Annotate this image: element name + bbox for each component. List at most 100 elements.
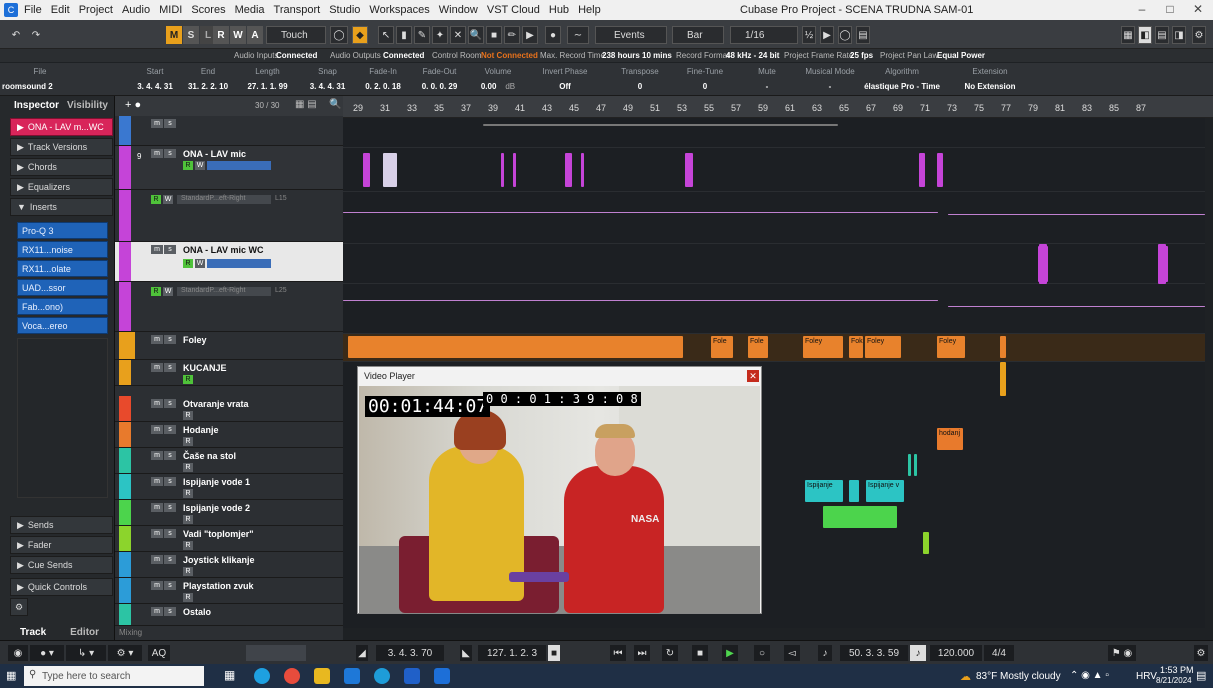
- track-row[interactable]: m s Ostalo: [115, 604, 343, 626]
- tray-icons[interactable]: ⌃ ◉ ▲ ▫: [1070, 670, 1109, 681]
- track-row[interactable]: m s KUCANJE R: [115, 360, 343, 386]
- task-view-icon[interactable]: ▦: [224, 668, 240, 684]
- info-volume[interactable]: Volume 0.00 dB: [468, 67, 528, 91]
- right-locator-icon[interactable]: ◣: [460, 645, 472, 661]
- snap-icon[interactable]: ∼: [567, 26, 589, 44]
- track-row[interactable]: m s Ispijanje vode 2R: [115, 500, 343, 526]
- section-track-versions[interactable]: ▶ Track Versions: [10, 138, 113, 156]
- foley-part[interactable]: Fok: [849, 336, 863, 358]
- insert-slot-1[interactable]: Pro-Q 3: [17, 222, 108, 239]
- mute-global-button[interactable]: M: [166, 26, 182, 44]
- cycle-record-icon[interactable]: ↳ ▾: [66, 645, 106, 661]
- track-name[interactable]: Vadi "toplomjer": [183, 529, 254, 539]
- track-name[interactable]: ONA - LAV mic: [183, 149, 246, 159]
- info-fine-tune[interactable]: Fine-Tune 0: [680, 67, 730, 91]
- grid-type-select[interactable]: Bar: [672, 26, 724, 44]
- foley-part[interactable]: Foley: [865, 336, 901, 358]
- menu-studio[interactable]: Studio: [329, 4, 360, 16]
- audio-event[interactable]: [923, 532, 929, 554]
- quantize-select[interactable]: 1/16: [730, 26, 798, 44]
- section-fader[interactable]: ▶ Fader: [10, 536, 113, 554]
- ispijanje-event[interactable]: Ispijanje v: [866, 480, 904, 502]
- write-global-button[interactable]: W: [230, 26, 246, 44]
- windows-start-icon[interactable]: ▦: [6, 669, 18, 682]
- menu-audio[interactable]: Audio: [122, 4, 150, 16]
- tab-editor[interactable]: Editor: [70, 627, 99, 638]
- menu-transport[interactable]: Transport: [274, 4, 321, 16]
- track-row[interactable]: m s Hodanje R: [115, 422, 343, 448]
- menu-media[interactable]: Media: [235, 4, 265, 16]
- foley-part[interactable]: Foley: [803, 336, 843, 358]
- track-row-selected[interactable]: ms ONA - LAV mic WC R W: [115, 242, 343, 282]
- audio-event[interactable]: [823, 506, 897, 528]
- zoom-tool-icon[interactable]: 🔍: [468, 26, 484, 44]
- language-indicator[interactable]: HRV: [1136, 671, 1157, 682]
- audio-event[interactable]: [383, 153, 397, 187]
- monitor-icon[interactable]: ⚙ ▾: [108, 645, 142, 661]
- right-locator[interactable]: 127. 1. 2. 3: [478, 645, 546, 661]
- info-end[interactable]: End 31. 2. 2. 10: [183, 67, 233, 91]
- info-fade-in[interactable]: Fade-In 0. 2. 0. 18: [358, 67, 408, 91]
- track-row[interactable]: ms: [115, 116, 343, 146]
- pointer-tool-icon[interactable]: ↖: [378, 26, 394, 44]
- tab-track[interactable]: Track: [20, 627, 46, 638]
- constrain-delay-icon[interactable]: ◯: [330, 26, 348, 44]
- store-icon[interactable]: [404, 668, 420, 684]
- tempo-display[interactable]: 120.000: [930, 645, 982, 661]
- track-name[interactable]: ONA - LAV mic WC: [183, 245, 264, 255]
- track-row[interactable]: m s Ispijanje vode 1R: [115, 474, 343, 500]
- inspector-settings-icon[interactable]: ⚙: [10, 598, 28, 616]
- taskbar-search-input[interactable]: ⚲ Type here to search: [24, 666, 204, 686]
- audio-event[interactable]: [501, 153, 504, 187]
- quantize-iq-icon[interactable]: ½: [802, 26, 816, 44]
- add-track-icon[interactable]: + ●: [125, 99, 141, 111]
- left-zone-icon[interactable]: ◧: [1138, 26, 1152, 44]
- track-name[interactable]: Joystick klikanje: [183, 555, 255, 565]
- track-row[interactable]: m s Joystick klikanje R: [115, 552, 343, 578]
- info-file[interactable]: File roomsound 2: [0, 67, 80, 91]
- metronome-click-icon[interactable]: ◅: [784, 645, 800, 661]
- split-tool-icon[interactable]: ✎: [414, 26, 430, 44]
- menu-hub[interactable]: Hub: [549, 4, 569, 16]
- tempo-track-icon[interactable]: ♪: [910, 645, 926, 661]
- minimize-icon[interactable]: –: [1128, 2, 1156, 16]
- redo-icon[interactable]: ↷: [28, 26, 44, 44]
- automation-row[interactable]: R W StandardP...eft-Right L15: [115, 190, 343, 242]
- automation-a-button[interactable]: A: [247, 26, 263, 44]
- draw-tool-icon[interactable]: ✏: [504, 26, 520, 44]
- info-invert-phase[interactable]: Invert Phase Off: [540, 67, 590, 91]
- mail-icon[interactable]: [344, 668, 360, 684]
- info-fade-out[interactable]: Fade-Out 0. 0. 0. 29: [412, 67, 467, 91]
- audio-event[interactable]: [565, 153, 572, 187]
- glue-tool-icon[interactable]: ✦: [432, 26, 448, 44]
- section-chords[interactable]: ▶ Chords: [10, 158, 113, 176]
- read-global-button[interactable]: R: [213, 26, 229, 44]
- info-transpose[interactable]: Transpose 0: [615, 67, 665, 91]
- track-row[interactable]: m s Otvaranje vrata R: [115, 396, 343, 422]
- to-start-icon[interactable]: ⏮: [610, 645, 626, 661]
- info-musical-mode[interactable]: Musical Mode -: [800, 67, 860, 91]
- weather-text[interactable]: 83°F Mostly cloudy: [976, 671, 1061, 682]
- automation-row[interactable]: R W StandardP...eft-Right L25: [115, 282, 343, 332]
- play-tool-icon[interactable]: ▶: [522, 26, 538, 44]
- cycle-icon[interactable]: ↻: [662, 645, 678, 661]
- file-explorer-icon[interactable]: [314, 668, 330, 684]
- info-length[interactable]: Length 27. 1. 1. 99: [240, 67, 295, 91]
- info-start[interactable]: Start 3. 4. 4. 31: [130, 67, 180, 91]
- color-tool-icon[interactable]: ●: [545, 26, 561, 44]
- notifications-icon[interactable]: ▤: [1196, 669, 1206, 682]
- position-display[interactable]: 50. 3. 3. 59: [840, 645, 908, 661]
- auto-quantize-button[interactable]: AQ: [148, 645, 170, 661]
- audio-event[interactable]: [919, 153, 925, 187]
- chrome-icon[interactable]: [284, 668, 300, 684]
- lock-icon[interactable]: ■: [548, 645, 560, 661]
- inspector-track-name[interactable]: ▶ ONA - LAV m...WC: [10, 118, 113, 136]
- section-sends[interactable]: ▶ Sends: [10, 516, 113, 534]
- window-layout-icon[interactable]: ▤: [856, 26, 870, 44]
- tab-inspector[interactable]: Inspector: [14, 100, 59, 111]
- hodanje-event[interactable]: hodanj: [937, 428, 963, 450]
- app-icon[interactable]: [374, 668, 390, 684]
- automation-param[interactable]: StandardP...eft-Right: [177, 287, 271, 296]
- track-row[interactable]: m s Playstation zvuk R: [115, 578, 343, 604]
- track-row[interactable]: m s Čaše na stol R: [115, 448, 343, 474]
